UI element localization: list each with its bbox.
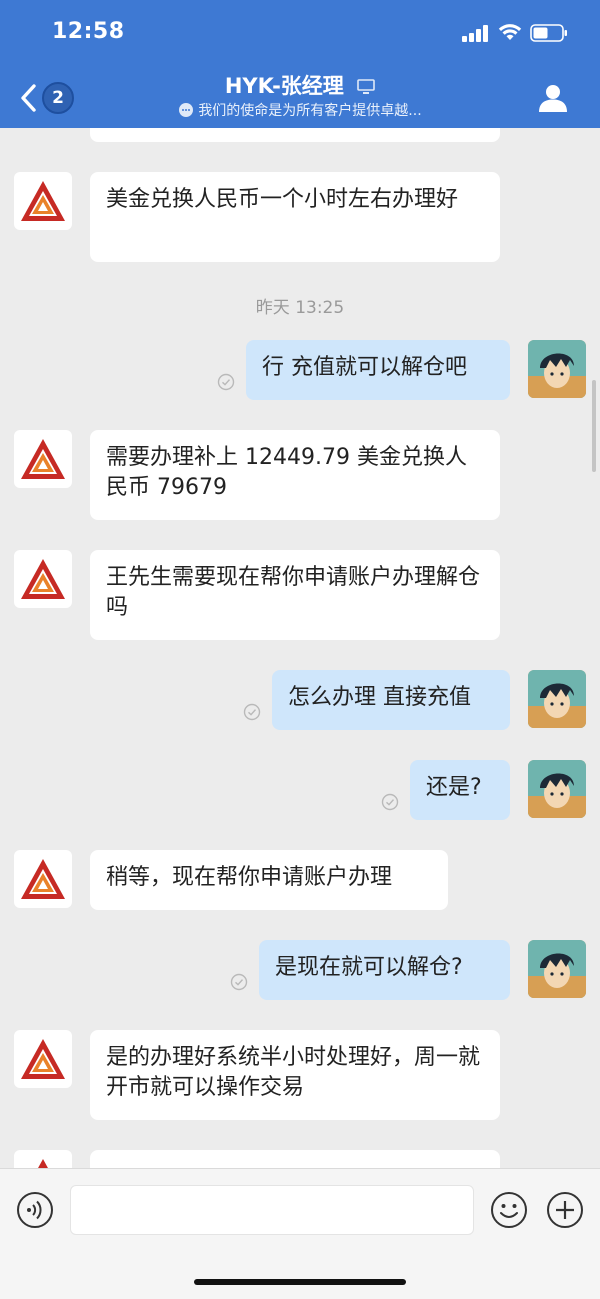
read-check-icon [243,703,261,721]
user-avatar-image [528,760,586,818]
message-bubble-cutoff [90,128,500,142]
message-text: 还是? [426,775,482,800]
user-avatar-image [528,670,586,728]
input-bar [0,1168,600,1299]
monitor-icon [357,79,375,94]
message-text: 怎么办理 直接充值 [288,685,471,710]
read-check-icon [381,793,399,811]
message-timestamp: 昨天 13:25 [255,298,345,318]
status-time: 12:58 [52,19,125,44]
message-list[interactable]: 美金兑换人民币一个小时左右办理好 昨天 13:25 行 充值就可以解仓吧 需要办… [0,128,600,1168]
company-logo-icon [21,181,65,221]
chat-title: HYK-张经理 [224,74,344,98]
cellular-signal-icon [462,24,490,42]
scrollbar[interactable] [592,380,596,472]
emoji-icon[interactable] [490,1191,528,1229]
company-logo-icon [38,1159,48,1168]
message-text: 稍等，现在帮你申请账户办理 [106,865,393,890]
message-bubble[interactable]: 是现在就可以解仓? [259,940,510,1000]
sender-avatar[interactable] [14,172,72,230]
message-text: 行 充值就可以解仓吧 [262,355,467,380]
message-bubble[interactable]: 怎么办理 直接充值 [272,670,510,730]
sender-avatar[interactable] [14,430,72,488]
user-avatar-image [528,940,586,998]
wifi-icon [498,24,522,40]
user-avatar[interactable] [528,940,586,998]
chat-title-area[interactable]: HYK-张经理 我们的使命是为所有客户提供卓越... [120,72,480,126]
message-bubble[interactable]: 稍等，现在帮你申请账户办理 [90,850,448,910]
message-text: 是的办理好系统半小时处理好，周一就开市就可以操作交易 [106,1045,481,1100]
home-indicator [194,1279,406,1285]
user-avatar[interactable] [528,760,586,818]
chat-subtitle: 我们的使命是为所有客户提供卓越... [198,103,422,119]
user-avatar-image [528,340,586,398]
message-bubble[interactable]: 行 充值就可以解仓吧 [246,340,510,400]
battery-icon [530,24,567,42]
voice-icon[interactable] [16,1191,54,1229]
message-bubble[interactable]: 需要办理补上 12449.79 美金兑换人民币 79679 [90,430,500,520]
unread-count-badge: 2 [42,82,74,114]
message-bubble[interactable]: 美金兑换人民币一个小时左右办理好 [90,172,500,262]
chat-header: 12:58 2 HYK-张经理 我们的使命是为所有客户提供卓越... [0,0,600,128]
message-input[interactable] [70,1185,474,1235]
sender-avatar[interactable] [14,1030,72,1088]
message-text: 王先生需要现在帮你申请账户办理解仓吗 [106,565,481,620]
user-avatar[interactable] [528,340,586,398]
message-bubble[interactable]: 王先生需要现在帮你申请账户办理解仓吗 [90,550,500,640]
chat-subtitle-line: 我们的使命是为所有客户提供卓越... [120,100,480,122]
message-bubble-cutoff [90,1150,500,1168]
company-logo-icon [21,559,65,599]
message-bubble[interactable]: 是的办理好系统半小时处理好，周一就开市就可以操作交易 [90,1030,500,1120]
sender-avatar[interactable] [14,550,72,608]
read-check-icon [217,373,235,391]
back-chevron-icon [21,84,36,112]
plus-icon[interactable] [546,1191,584,1229]
user-avatar[interactable] [528,670,586,728]
message-bubble[interactable]: 还是? [410,760,510,820]
message-text: 美金兑换人民币一个小时左右办理好 [106,187,459,212]
company-logo-icon [21,439,65,479]
profile-icon[interactable] [536,82,570,114]
company-logo-icon [21,1039,65,1079]
read-check-icon [230,973,248,991]
message-text: 是现在就可以解仓? [275,955,463,980]
sender-avatar[interactable] [14,850,72,908]
sender-avatar-cutoff[interactable] [14,1150,72,1168]
chat-bubble-icon [179,103,194,117]
back-button[interactable]: 2 [14,78,84,118]
chat-title-line: HYK-张经理 [120,72,480,100]
status-bar: 12:58 [0,0,600,64]
message-text: 需要办理补上 12449.79 美金兑换人民币 79679 [106,445,467,500]
company-logo-icon [21,859,65,899]
